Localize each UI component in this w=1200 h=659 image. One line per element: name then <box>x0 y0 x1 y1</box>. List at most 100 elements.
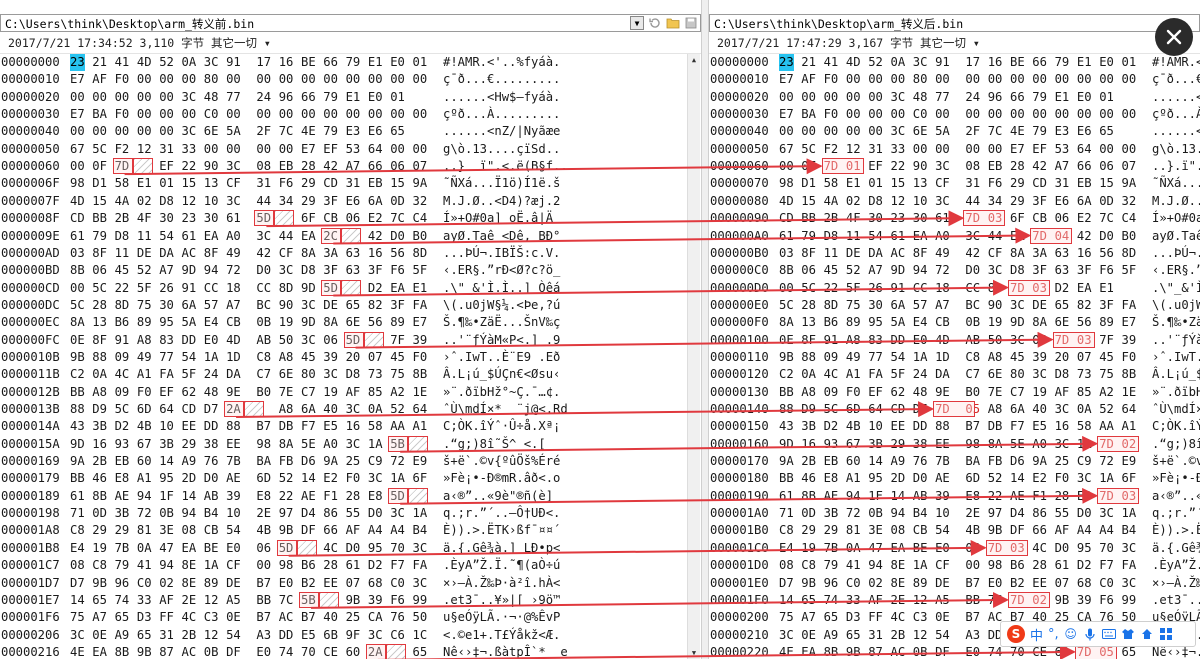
hex-byte[interactable]: 00 <box>92 123 107 140</box>
hex-byte[interactable]: E8 <box>115 470 130 487</box>
hex-row[interactable]: 000000F0 8A 13 B6 89 95 5A E4 CB 0B 19 9D 8A 6E 56 89 E7… <box>709 314 1200 331</box>
hex-byte[interactable]: 3C <box>1055 436 1070 453</box>
hex-byte[interactable]: 00 <box>413 141 428 158</box>
hex-byte[interactable]: A7 <box>346 158 361 175</box>
hex-byte[interactable]: 43 <box>70 418 85 435</box>
hex-byte[interactable]: CE <box>323 644 338 659</box>
hex-byte[interactable]: C0 <box>1099 575 1114 592</box>
hex-byte[interactable]: D8 <box>1055 366 1070 383</box>
hex-byte[interactable]: D2 <box>368 557 383 574</box>
hex-byte[interactable]: 94 <box>182 505 197 522</box>
hex-byte[interactable]: 54 <box>226 522 241 539</box>
ascii-text[interactable]: Nê‹›‡¬.ßàtpÎ`* e <box>443 644 568 659</box>
hex-byte[interactable]: 97 <box>279 505 294 522</box>
hex-byte[interactable]: 41 <box>824 54 839 71</box>
hex-byte[interactable]: 66 <box>1077 158 1092 175</box>
hex-byte[interactable]: 25 <box>346 453 361 470</box>
hex-byte[interactable]: 0F <box>801 158 816 175</box>
hex-byte[interactable]: 73 <box>1077 366 1092 383</box>
hex-byte[interactable]: A9 <box>824 627 839 644</box>
ascii-text[interactable]: È)).>.ËTK›ßf <box>1152 522 1200 539</box>
hex-byte[interactable]: DA <box>868 245 883 262</box>
hex-byte[interactable]: 00 <box>913 141 928 158</box>
hex-byte[interactable]: 66 <box>1010 89 1025 106</box>
hex-byte[interactable]: 00 <box>346 106 361 123</box>
ascii-text[interactable]: M.J.Ø..<D4)?æj.2 <box>443 193 560 210</box>
hex-byte[interactable]: 00 <box>413 106 428 123</box>
ascii-text[interactable]: ×›–À.Ž‰Þ·à²î <box>1152 575 1200 592</box>
hex-byte[interactable]: F1 <box>1032 488 1047 505</box>
hex-byte[interactable]: 4C <box>323 540 338 557</box>
hex-byte[interactable]: 67 <box>846 436 861 453</box>
hex-byte[interactable]: 66 <box>1032 54 1047 71</box>
hex-byte[interactable]: 1D <box>935 349 950 366</box>
hex-byte[interactable]: F1 <box>323 488 338 505</box>
hex-byte[interactable]: D2 <box>824 418 839 435</box>
hex-byte[interactable]: E0 <box>1077 89 1092 106</box>
hex-byte[interactable]: 72 <box>1099 453 1114 470</box>
hex-row[interactable]: 0000007F 4D 15 4A 02 D8 12 10 3C 44 34 29 3F E6 6A 0D 32… <box>0 193 701 210</box>
hex-byte[interactable]: 2E <box>182 592 197 609</box>
hex-byte[interactable]: 10 <box>868 418 883 435</box>
hex-byte[interactable]: 30 <box>159 210 174 227</box>
hex-byte[interactable]: 3C <box>413 540 428 557</box>
hex-byte[interactable]: 16 <box>279 54 294 71</box>
hex-byte[interactable]: 1A <box>204 557 219 574</box>
hex-byte[interactable]: 94 <box>846 488 861 505</box>
hex-row[interactable]: 000001C7 08 C8 79 41 94 8E 1A CF 00 98 B6 28 61 D2 F7 FA… <box>0 557 701 574</box>
right-file-path[interactable]: C:\Users\think\Desktop\arm_转义后.bin <box>714 16 963 32</box>
hex-byte[interactable]: 00 <box>137 123 152 140</box>
hex-byte[interactable]: 85 <box>1077 384 1092 401</box>
hex-byte[interactable]: 32 <box>1122 193 1137 210</box>
hex-byte[interactable]: 81 <box>846 522 861 539</box>
hex-byte[interactable]: 33 <box>891 141 906 158</box>
hex-byte[interactable]: 94 <box>891 505 906 522</box>
hex-byte[interactable]: 53 <box>1055 141 1070 158</box>
hex-byte[interactable]: 8A <box>301 245 316 262</box>
hex-row[interactable]: 00000050 67 5C F2 12 31 33 00 00 00 00 E7 EF 53 64 00 00… <box>709 141 1200 158</box>
ime-logo[interactable]: S <box>1007 625 1025 643</box>
hex-byte[interactable]: 00 <box>824 89 839 106</box>
hex-byte[interactable]: 48 <box>204 89 219 106</box>
hex-byte[interactable]: 00 <box>70 158 85 175</box>
hex-byte[interactable]: 64 <box>159 401 174 418</box>
ascii-text[interactable]: q.;r.”´..—Ô†UÐ<. <box>443 505 560 522</box>
hex-byte[interactable]: AF <box>1055 384 1070 401</box>
hex-byte[interactable]: D6 <box>301 453 316 470</box>
hex-byte[interactable]: E0 <box>204 332 219 349</box>
ascii-text[interactable]: C;ÒK.îÝˆ·Û÷å.Xª¡ <box>443 418 560 435</box>
hex-byte[interactable]: A7 <box>159 262 174 279</box>
left-path-bar[interactable]: C:\Users\think\Desktop\arm_转义前.bin ▼ <box>0 14 701 32</box>
hex-byte[interactable]: 3E <box>868 522 883 539</box>
hex-byte[interactable]: 15 <box>1099 175 1114 192</box>
hex-byte[interactable]: 9E <box>935 384 950 401</box>
hex-byte[interactable]: E1 <box>846 175 861 192</box>
hex-byte[interactable]: A4 <box>1077 522 1092 539</box>
hex-byte[interactable]: AC <box>891 245 906 262</box>
hex-byte[interactable]: 28 <box>301 158 316 175</box>
hex-byte[interactable]: 8B <box>1122 366 1137 383</box>
hex-byte[interactable]: 5A <box>935 123 950 140</box>
hex-byte[interactable]: 3C <box>779 627 794 644</box>
hex-byte[interactable]: B6 <box>824 314 839 331</box>
hex-byte[interactable]: 8A <box>1032 314 1047 331</box>
hex-byte[interactable]: CB <box>204 522 219 539</box>
hex-byte[interactable]: BE <box>913 540 928 557</box>
hex-byte[interactable]: A5 <box>935 592 950 609</box>
hex-byte[interactable]: 8E <box>182 557 197 574</box>
hex-byte[interactable]: EA <box>913 228 928 245</box>
hex-byte[interactable]: 9A <box>413 175 428 192</box>
hex-byte[interactable]: A2 <box>1099 384 1114 401</box>
hex-byte[interactable]: 74 <box>115 592 130 609</box>
hex-row[interactable]: 0000012B BB A8 09 F0 EF 62 48 9E B0 7E C7 19 AF 85 A2 1E… <box>0 384 701 401</box>
hex-byte[interactable]: 55 <box>1055 505 1070 522</box>
ime-punct[interactable]: °, <box>1048 627 1059 642</box>
hex-byte[interactable]: 00 <box>115 123 130 140</box>
hex-byte[interactable]: BC <box>256 297 271 314</box>
hex-byte[interactable]: 61 <box>779 228 794 245</box>
hex-byte[interactable]: 4E <box>301 123 316 140</box>
hex-byte[interactable]: 3C <box>323 366 338 383</box>
hex-byte[interactable]: 98 <box>779 175 794 192</box>
hex-byte[interactable]: 28 <box>1055 488 1070 505</box>
hex-byte[interactable]: E8 <box>256 488 271 505</box>
